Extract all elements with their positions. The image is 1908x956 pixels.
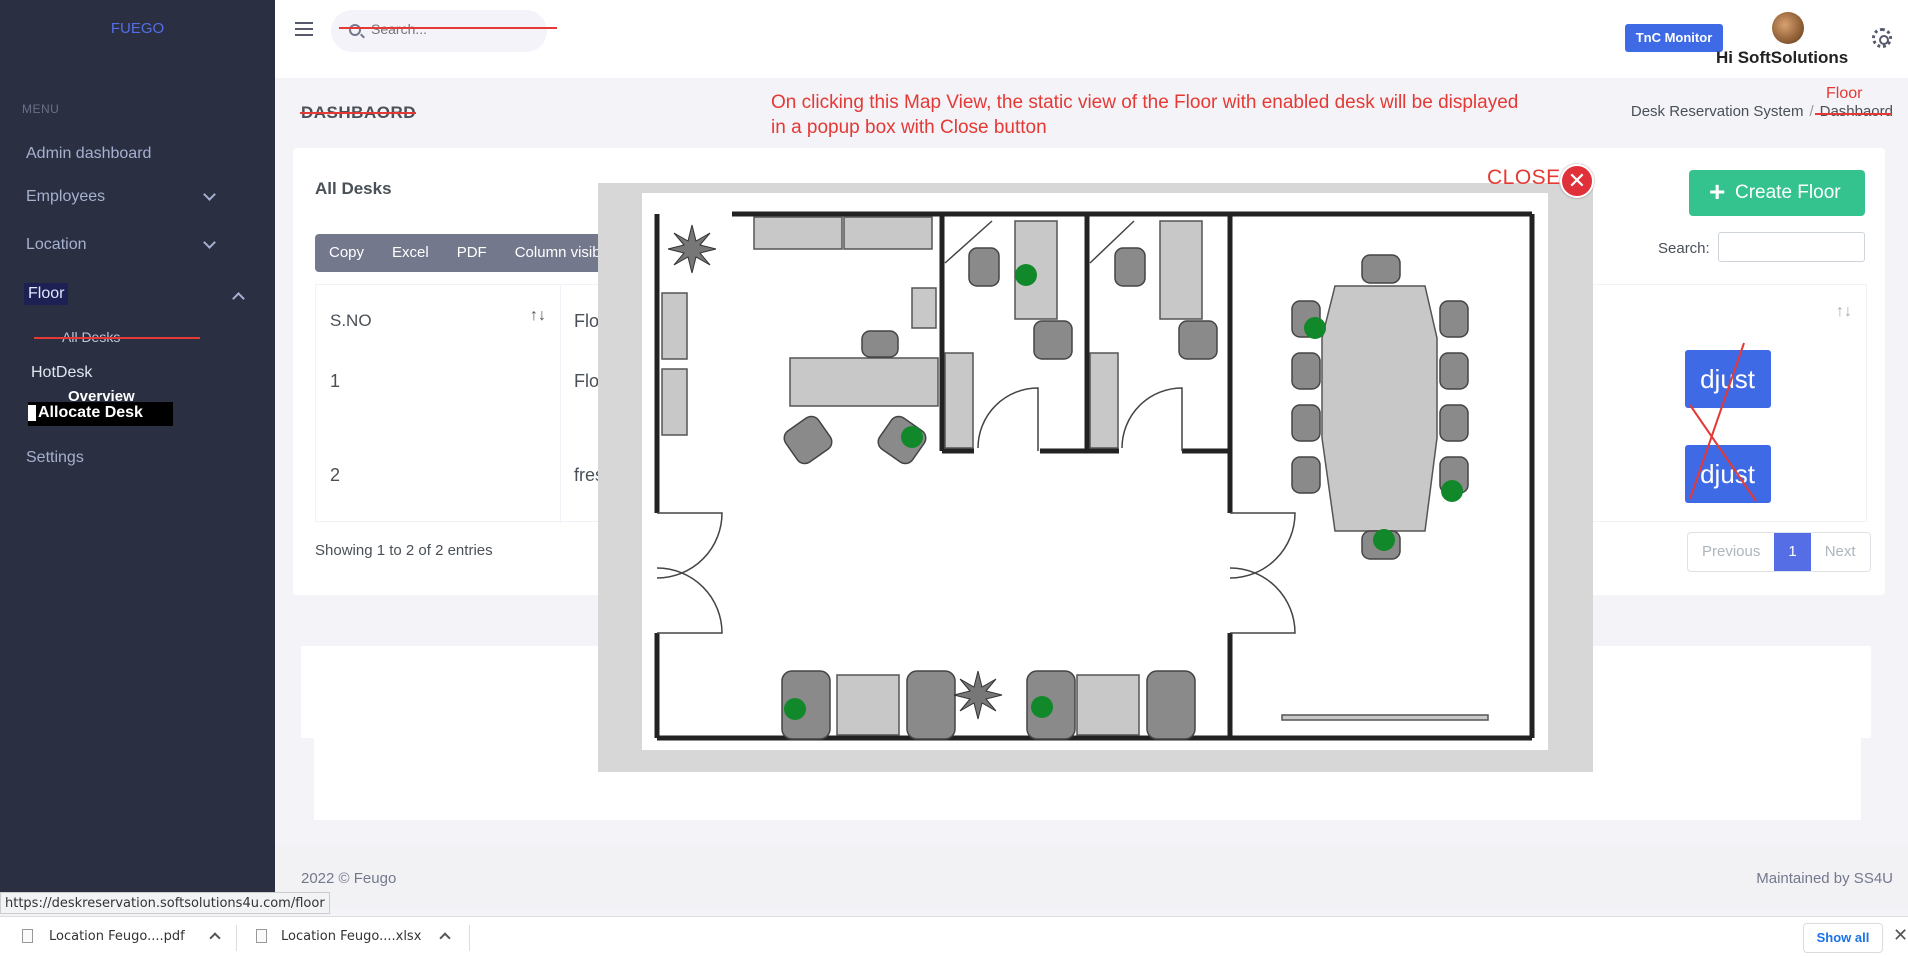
download-filename: Location Feugo....pdf bbox=[49, 929, 185, 944]
create-floor-button[interactable]: Create Floor bbox=[1689, 169, 1865, 216]
divider bbox=[469, 925, 470, 951]
table-info: Showing 1 to 2 of 2 entries bbox=[315, 542, 493, 559]
breadcrumb: Desk Reservation System / Dashbaord bbox=[1630, 103, 1893, 120]
table-cell-floor: Flo bbox=[574, 371, 600, 391]
search-icon bbox=[349, 24, 361, 36]
annotation-strike bbox=[339, 27, 557, 29]
brand-logo[interactable]: FUEGO bbox=[0, 20, 275, 37]
status-url: https://deskreservation.softsolutions4u.… bbox=[0, 892, 330, 914]
tnc-monitor-button[interactable]: TnC Monitor bbox=[1625, 24, 1723, 52]
chevron-down-icon bbox=[203, 236, 216, 249]
show-all-downloads-button[interactable]: Show all bbox=[1803, 923, 1883, 953]
column-header-floor[interactable]: Flo bbox=[574, 311, 599, 332]
divider bbox=[236, 925, 237, 951]
menu-toggle-icon[interactable] bbox=[295, 22, 313, 38]
sort-icon[interactable]: ↑↓ bbox=[530, 307, 546, 325]
export-button-group: Copy Excel PDF Column visib bbox=[315, 234, 615, 272]
download-filename: Location Feugo....xlsx bbox=[281, 929, 422, 944]
pagination: Previous 1 Next bbox=[1687, 532, 1871, 572]
sidebar-item-location[interactable]: Location bbox=[26, 236, 246, 254]
download-item-pdf[interactable]: Location Feugo....pdf bbox=[22, 917, 222, 956]
sidebar-item-floor[interactable]: Floor bbox=[24, 283, 69, 305]
search-input[interactable] bbox=[371, 21, 531, 37]
close-icon[interactable]: ✕ bbox=[1560, 164, 1594, 198]
floor-plan-image bbox=[642, 193, 1548, 750]
table-cell-sno: 2 bbox=[330, 465, 341, 485]
table-cell-sno: 1 bbox=[330, 371, 341, 391]
annotation-strike bbox=[1815, 113, 1892, 115]
copy-button[interactable]: Copy bbox=[315, 234, 378, 272]
sort-icon[interactable]: ↑↓ bbox=[1836, 303, 1852, 321]
close-icon[interactable]: ✕ bbox=[1893, 925, 1908, 946]
sidebar-item-label: Location bbox=[26, 236, 87, 253]
breadcrumb-item[interactable]: Desk Reservation System bbox=[1631, 103, 1804, 120]
footer: 2022 © Feugo Maintained by SS4U bbox=[275, 845, 1908, 908]
annotation-line: On clicking this Map View, the static vi… bbox=[771, 92, 1519, 113]
download-item-xlsx[interactable]: Location Feugo....xlsx bbox=[256, 917, 456, 956]
sidebar-item-admin-dashboard[interactable]: Admin dashboard bbox=[26, 145, 151, 163]
sidebar-item-label: Employees bbox=[26, 188, 106, 205]
footer-copyright: 2022 © Feugo bbox=[301, 870, 397, 887]
next-page-button[interactable]: Next bbox=[1811, 533, 1870, 571]
sidebar-item-allocate-desk[interactable]: Allocate Desk bbox=[28, 402, 173, 426]
table-search-label: Search: bbox=[1658, 240, 1710, 257]
map-view-modal bbox=[598, 183, 1593, 772]
user-greeting[interactable]: Hi SoftSolutions bbox=[1716, 48, 1848, 68]
sidebar-item-hotdesk[interactable]: HotDesk bbox=[31, 364, 92, 382]
breadcrumb-item[interactable]: Dashbaord bbox=[1820, 103, 1893, 120]
pdf-button[interactable]: PDF bbox=[443, 234, 501, 272]
annotation-strike bbox=[300, 112, 416, 114]
chevron-up-icon bbox=[232, 292, 245, 305]
chevron-up-icon[interactable] bbox=[439, 932, 451, 944]
floor-plan-drawing bbox=[654, 211, 1535, 741]
footer-maintained-by: Maintained by SS4U bbox=[1756, 870, 1893, 887]
menu-title: MENU bbox=[22, 102, 60, 116]
table-search-input[interactable] bbox=[1718, 232, 1865, 262]
column-divider bbox=[560, 285, 561, 523]
annotation-strike bbox=[34, 337, 200, 339]
sidebar-item-settings[interactable]: Settings bbox=[26, 449, 84, 467]
page-1-button[interactable]: 1 bbox=[1774, 533, 1811, 571]
sidebar: FUEGO MENU Admin dashboard Employees Loc… bbox=[0, 0, 275, 908]
annotation-floor: Floor bbox=[1826, 85, 1863, 102]
annotation-text: On clicking this Map View, the static vi… bbox=[771, 90, 1518, 140]
gear-icon[interactable] bbox=[1872, 28, 1892, 48]
annotation-cross bbox=[1689, 342, 1757, 502]
avatar[interactable] bbox=[1772, 12, 1804, 44]
xlsx-file-icon bbox=[256, 929, 267, 943]
chevron-down-icon bbox=[203, 188, 216, 201]
search-box bbox=[331, 10, 547, 52]
chevron-up-icon[interactable] bbox=[209, 932, 221, 944]
card-title: All Desks bbox=[315, 179, 392, 198]
annotation-line: in a popup box with Close button bbox=[771, 117, 1047, 138]
sidebar-item-employees[interactable]: Employees bbox=[26, 188, 246, 206]
pdf-file-icon bbox=[22, 929, 33, 943]
close-label[interactable]: CLOSE bbox=[1487, 166, 1561, 190]
excel-button[interactable]: Excel bbox=[378, 234, 443, 272]
download-bar: Location Feugo....pdf Location Feugo....… bbox=[0, 916, 1908, 956]
column-header-sno[interactable]: S.NO bbox=[330, 311, 372, 331]
previous-page-button[interactable]: Previous bbox=[1688, 533, 1774, 571]
topbar: TnC Monitor Hi SoftSolutions bbox=[275, 0, 1908, 78]
